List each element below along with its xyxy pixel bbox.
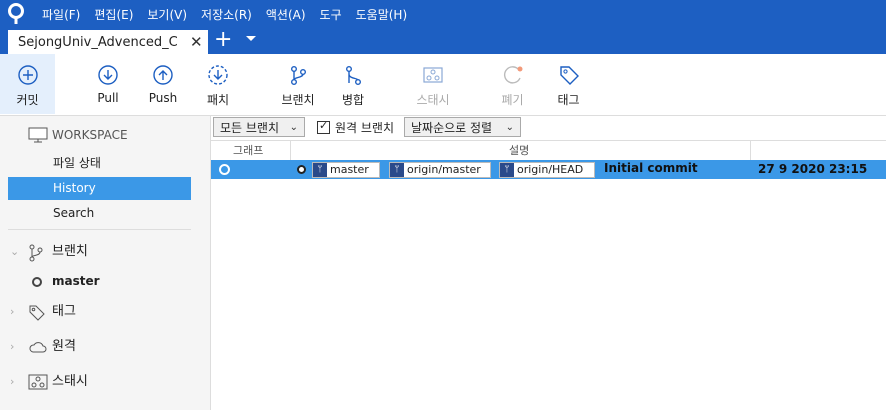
column-separator[interactable] [290, 141, 291, 160]
branch-icon [29, 244, 43, 262]
ref-label-origin-master[interactable]: ᛘ origin/master [389, 162, 491, 178]
head-indicator-icon [297, 165, 306, 174]
sort-value: 날짜순으로 정렬 [411, 121, 493, 135]
master-label: master [52, 274, 100, 288]
commit-row[interactable]: ᛘ master ᛘ origin/master ᛘ origin/HEAD Init… [211, 160, 886, 179]
discard-label: 폐기 [501, 93, 524, 107]
checkbox-checked-icon[interactable] [317, 119, 330, 134]
tags-label: 태그 [52, 304, 76, 319]
stashes-label: 스태시 [52, 374, 88, 389]
merge-label: 병합 [341, 93, 365, 107]
branch-icon [290, 66, 306, 85]
sourcetree-logo-icon [8, 3, 24, 24]
stash-icon [28, 374, 48, 390]
discard-icon [503, 66, 522, 84]
cloud-icon [29, 342, 47, 353]
menu-file[interactable]: 파일(F) [42, 6, 80, 23]
branch-filter-value: 모든 브랜치 [220, 121, 280, 135]
menu-bar: 파일(F) 편집(E) 보기(V) 저장소(R) 액션(A) 도구 도움말(H) [42, 0, 421, 28]
add-tab-button[interactable]: + [214, 29, 232, 51]
sort-dropdown[interactable]: 날짜순으로 정렬 ⌄ [404, 117, 521, 137]
ref-master-text: master [330, 163, 369, 176]
branch-filter-dropdown[interactable]: 모든 브랜치 ⌄ [213, 117, 305, 137]
sidebar: WORKSPACE 파일 상태 History Search ⌄ 브랜치 mas… [0, 116, 211, 410]
tag-label: 태그 [557, 93, 580, 107]
column-graph[interactable]: 그래프 [233, 142, 263, 158]
sidebar-divider [8, 229, 191, 230]
chevron-down-icon[interactable]: ⌄ [10, 241, 19, 263]
tag-icon [29, 305, 45, 321]
close-tab-icon[interactable]: ✕ [190, 33, 203, 51]
menu-actions[interactable]: 액션(A) [266, 6, 306, 23]
tag-button[interactable]: 태그 [551, 54, 586, 114]
arrow-down-circle-icon [98, 65, 118, 85]
branches-label: 브랜치 [52, 244, 88, 259]
merge-icon [345, 66, 361, 85]
column-description[interactable]: 설명 [509, 142, 529, 158]
remote-branches-label: 원격 브랜치 [335, 121, 395, 135]
column-separator[interactable] [750, 141, 751, 160]
tab-title: SejongUniv_Advenced_C [18, 35, 178, 50]
tag-icon [559, 66, 579, 85]
commit-list-empty-area [211, 179, 886, 410]
push-label: Push [148, 91, 178, 105]
menu-help[interactable]: 도움말(H) [356, 6, 408, 23]
branch-icon: ᛘ [390, 163, 404, 177]
chevron-right-icon[interactable]: › [10, 336, 14, 358]
stash-label: 스태시 [416, 93, 450, 107]
menu-view[interactable]: 보기(V) [147, 6, 187, 23]
branch-label: 브랜치 [281, 93, 315, 107]
commit-list-header: 그래프 설명 [211, 140, 886, 161]
remote-branches-checkbox[interactable]: 원격 브랜치 [317, 119, 394, 136]
monitor-icon [28, 127, 48, 143]
ref-origin-head-text: origin/HEAD [517, 163, 584, 176]
chevron-right-icon[interactable]: › [10, 371, 14, 393]
remotes-label: 원격 [52, 339, 76, 354]
push-button[interactable]: Push [143, 54, 183, 114]
pull-label: Pull [97, 91, 119, 105]
stash-icon [423, 67, 443, 83]
fetch-label: 패치 [206, 93, 230, 107]
menu-tools[interactable]: 도구 [320, 6, 342, 23]
sidebar-item-search[interactable]: Search [8, 202, 191, 225]
tab-bar: SejongUniv_Advenced_C ✕ + [0, 28, 886, 54]
branch-icon: ᛘ [500, 163, 514, 177]
current-branch-icon [32, 276, 42, 287]
chevron-down-icon: ⌄ [289, 122, 298, 133]
pull-button[interactable]: Pull [88, 54, 128, 114]
title-bar: 파일(F) 편집(E) 보기(V) 저장소(R) 액션(A) 도구 도움말(H) [0, 0, 886, 28]
arrow-up-circle-icon [153, 65, 173, 85]
ref-label-master[interactable]: ᛘ master [312, 162, 380, 178]
sidebar-branch-master[interactable]: master [32, 274, 100, 288]
chevron-down-icon: ⌄ [505, 122, 514, 133]
branch-icon: ᛘ [313, 163, 327, 177]
sidebar-item-file-status[interactable]: 파일 상태 [8, 152, 191, 175]
commit-label: 커밋 [16, 93, 39, 107]
menu-edit[interactable]: 편집(E) [94, 6, 133, 23]
discard-button[interactable]: 폐기 [495, 54, 530, 114]
chevron-down-icon[interactable] [246, 36, 256, 41]
commit-message: Initial commit [604, 161, 698, 175]
fetch-button[interactable]: 패치 [198, 54, 238, 114]
ref-label-origin-head[interactable]: ᛘ origin/HEAD [499, 162, 595, 178]
filter-bar: 모든 브랜치 ⌄ 원격 브랜치 날짜순으로 정렬 ⌄ [211, 116, 886, 140]
ref-origin-master-text: origin/master [407, 163, 481, 176]
plus-circle-icon [17, 65, 38, 85]
tab-repository[interactable]: SejongUniv_Advenced_C ✕ [8, 30, 208, 54]
merge-button[interactable]: 병합 [333, 54, 373, 114]
sidebar-item-history[interactable]: History [8, 177, 191, 200]
fetch-icon [208, 65, 228, 85]
branch-button[interactable]: 브랜치 [277, 54, 319, 114]
commit-node-icon [219, 164, 230, 175]
commit-date: 27 9 2020 23:15 [758, 162, 868, 176]
commit-button[interactable]: 커밋 [0, 54, 55, 114]
chevron-right-icon[interactable]: › [10, 301, 14, 323]
stash-button[interactable]: 스태시 [408, 54, 458, 114]
menu-repository[interactable]: 저장소(R) [201, 6, 252, 23]
workspace-title: WORKSPACE [52, 128, 128, 142]
toolbar: 커밋 Pull Push 패치 브랜치 병합 스태시 폐기 태그 [0, 54, 886, 116]
